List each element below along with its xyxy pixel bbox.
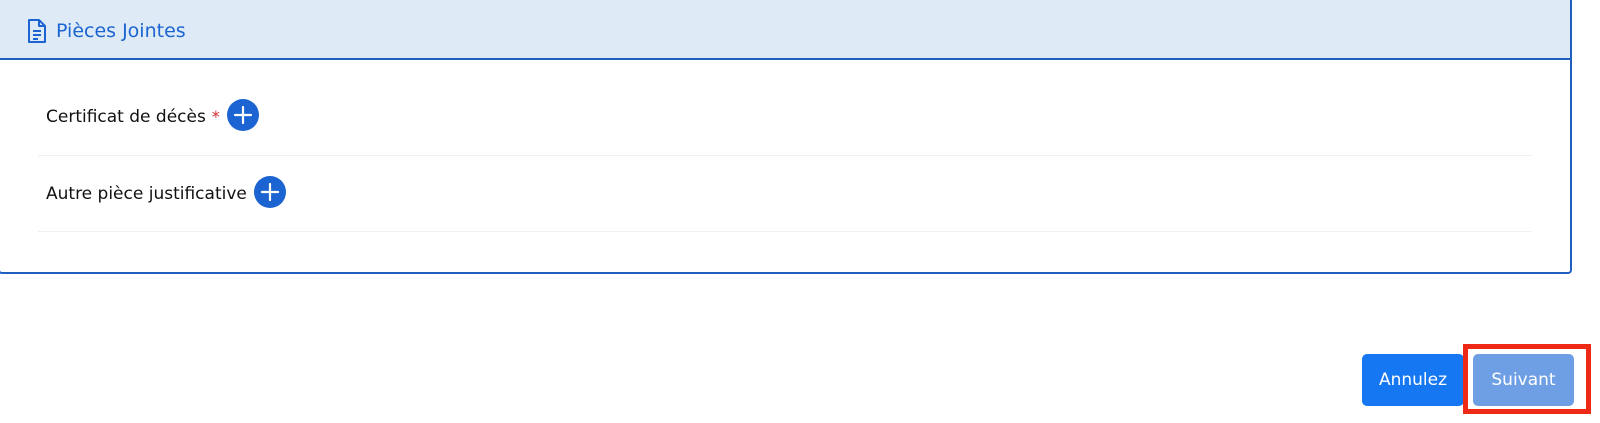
attachment-row-death-certificate: Certificat de décès * xyxy=(38,60,1532,156)
next-button[interactable]: Suivant xyxy=(1473,354,1574,406)
panel-header: Pièces Jointes xyxy=(0,0,1570,60)
add-other-document-button[interactable] xyxy=(253,175,286,208)
document-icon xyxy=(26,18,48,44)
attachment-list: Certificat de décès * Autre pièce justif… xyxy=(0,60,1570,232)
attachment-label: Autre pièce justificative xyxy=(46,183,247,204)
add-death-certificate-button[interactable] xyxy=(226,98,259,131)
required-marker: * xyxy=(211,107,220,126)
attachment-label: Certificat de décès xyxy=(46,106,206,127)
cancel-button[interactable]: Annulez xyxy=(1362,354,1464,406)
panel-title: Pièces Jointes xyxy=(56,20,186,42)
attachments-panel: Pièces Jointes Certificat de décès * Aut… xyxy=(0,0,1572,274)
plus-circle-icon xyxy=(260,182,279,201)
plus-circle-icon xyxy=(233,105,252,124)
attachment-row-other-document: Autre pièce justificative xyxy=(38,156,1532,232)
